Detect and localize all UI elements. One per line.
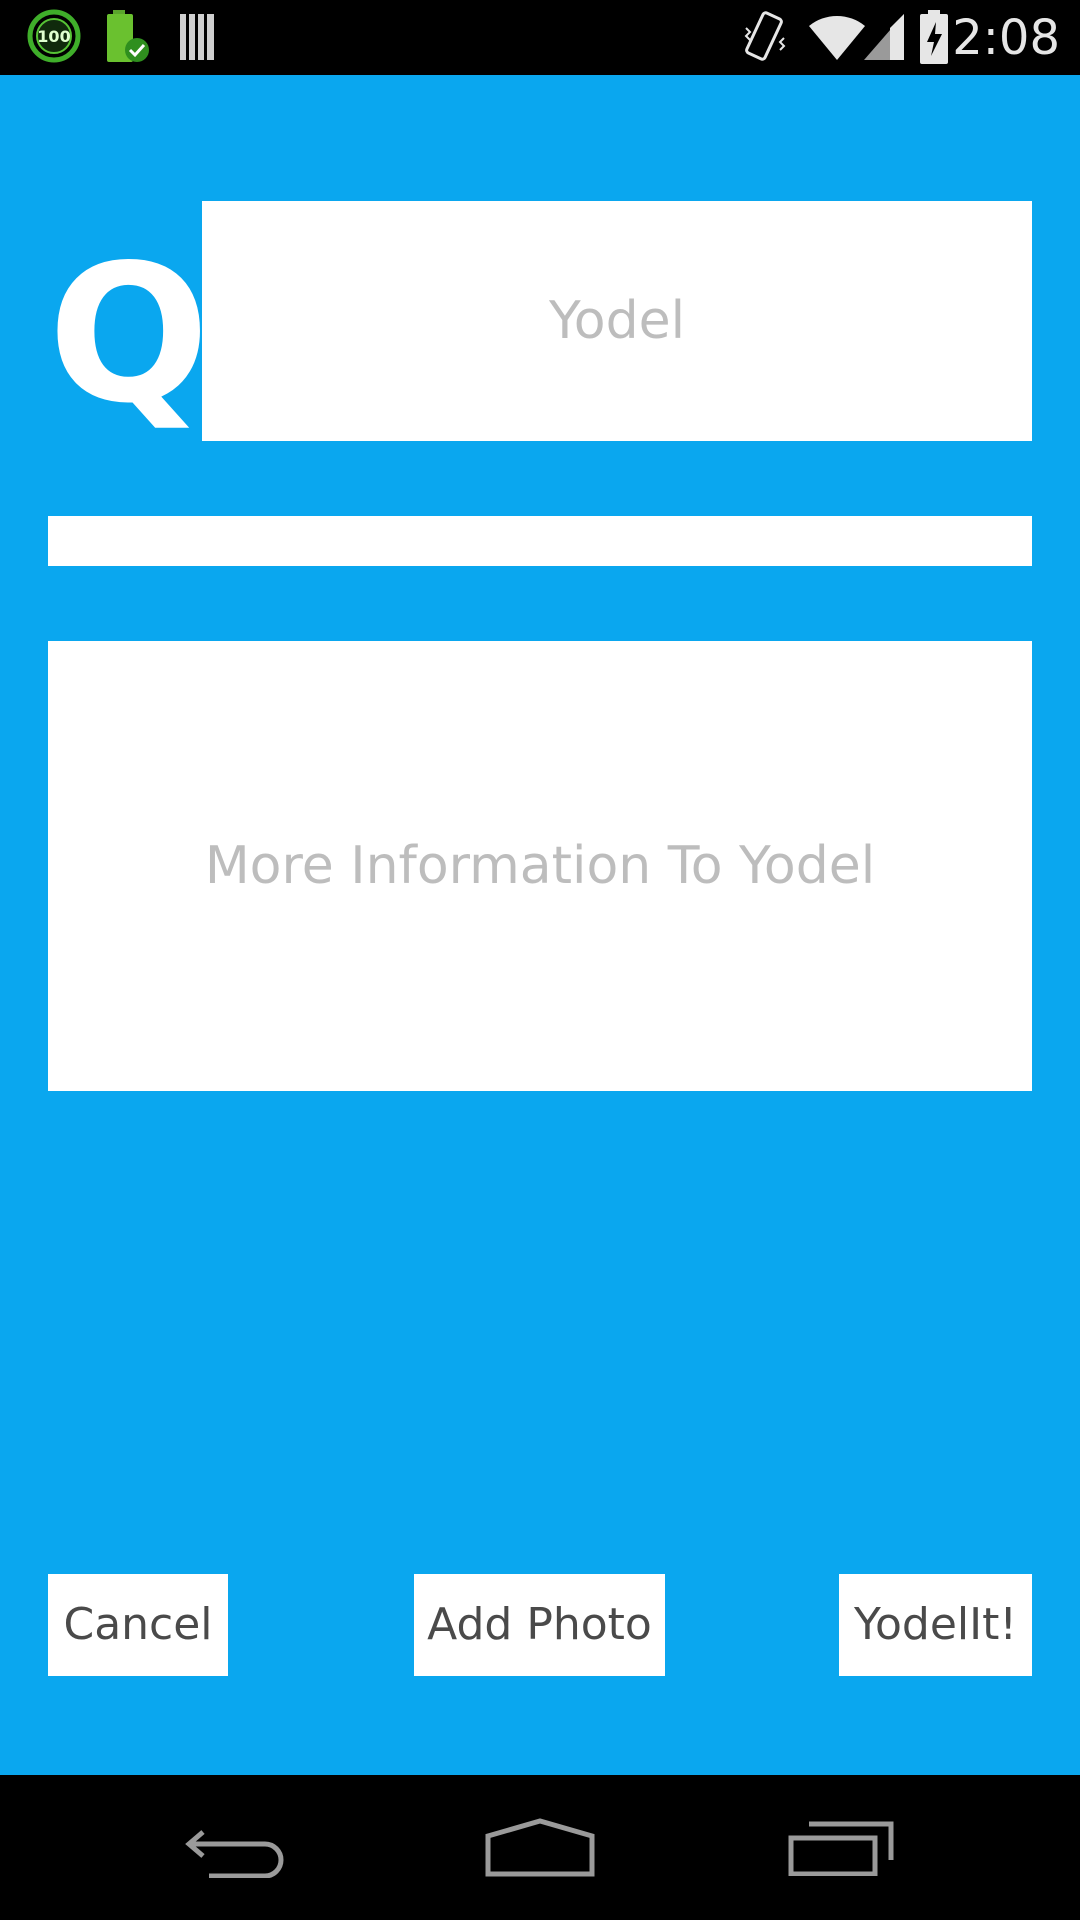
yodel-it-button[interactable]: YodelIt!	[839, 1574, 1032, 1676]
compose-screen: Q Cancel Add Photo YodelIt!	[0, 75, 1080, 1775]
status-time: 2:08	[952, 10, 1060, 66]
add-photo-button[interactable]: Add Photo	[414, 1574, 665, 1676]
status-bar: 100 2:08	[0, 0, 1080, 75]
app-logo: Q	[48, 224, 210, 445]
wifi-icon	[807, 8, 867, 69]
more-information-input[interactable]	[48, 641, 1032, 1091]
vibrate-icon	[742, 8, 788, 73]
yodel-title-input[interactable]	[202, 201, 1032, 441]
navigation-bar	[0, 1775, 1080, 1920]
battery-charging-icon	[918, 8, 952, 71]
svg-text:100: 100	[37, 27, 70, 46]
signal-icon	[860, 8, 908, 69]
barcode-icon	[178, 8, 218, 69]
home-icon[interactable]	[440, 1775, 640, 1920]
back-icon[interactable]	[140, 1775, 340, 1920]
yodel-subtitle-input[interactable]	[48, 516, 1032, 566]
badge-100-icon: 100	[26, 8, 82, 69]
cancel-button[interactable]: Cancel	[48, 1574, 228, 1676]
battery-check-icon	[103, 8, 153, 69]
recents-icon[interactable]	[742, 1775, 942, 1920]
